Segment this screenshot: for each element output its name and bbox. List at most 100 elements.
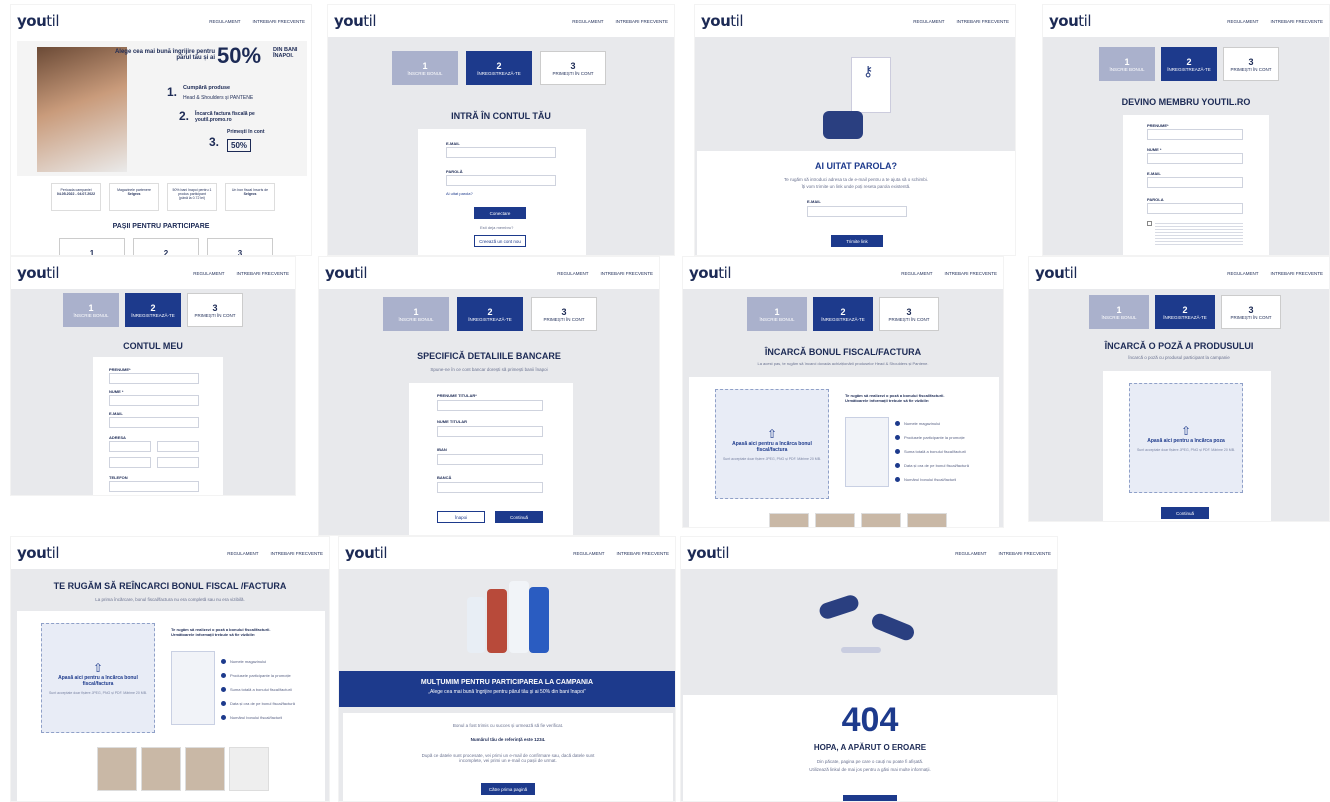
forgot-link[interactable]: Ai uitat parola? xyxy=(446,191,473,196)
firstname-field[interactable] xyxy=(109,373,199,384)
step-3[interactable]: 3 PRIMEȘTI ÎN CONT xyxy=(531,297,597,331)
nav-intrebari[interactable]: INTREBARI FRECVENTE xyxy=(252,19,305,24)
hero-step2: Încarcă factura fiscală pe youtil.promo.… xyxy=(195,111,255,123)
email-field[interactable] xyxy=(109,417,199,428)
panel-forgot: youtil REGULAMENT INTREBARI FRECVENTE ⚷ AI… xyxy=(694,4,1016,256)
nav-regulament[interactable]: REGULAMENT xyxy=(955,551,986,556)
send-link-button[interactable]: Trimite link xyxy=(831,235,883,247)
requirements-text: Te rugăm să realizezi o poză a bonului f… xyxy=(845,393,945,403)
nav-regulament[interactable]: REGULAMENT xyxy=(573,551,604,556)
nav-intrebari[interactable]: INTREBARI FRECVENTE xyxy=(944,271,997,276)
step-2[interactable]: 2 ÎNREGISTREAZĂ-TE xyxy=(1155,295,1215,329)
logo[interactable]: youtil xyxy=(17,544,59,562)
panel-bank: youtil REGULAMENT INTREBARI FRECVENTE 1 ÎNS… xyxy=(318,256,660,536)
step-2[interactable]: 2 ÎNREGISTREAZĂ-TE xyxy=(457,297,523,331)
back-button[interactable]: Înapoi xyxy=(437,511,485,523)
step-1[interactable]: 1 ÎNSCRIE BONUL xyxy=(1089,295,1149,329)
step-2[interactable]: 2 ÎNREGISTREAZĂ-TE xyxy=(813,297,873,331)
receipt-dropzone[interactable]: ⇧ Apasă aici pentru a încărca bonul fisc… xyxy=(715,389,829,499)
nav-regulament[interactable]: REGULAMENT xyxy=(227,551,258,556)
nav-intrebari[interactable]: INTREBARI FRECVENTE xyxy=(998,551,1051,556)
thanks-banner: MULȚUMIM PENTRU PARTICIPAREA LA CAMPANIA… xyxy=(339,671,675,707)
section-title: PAȘII PENTRU PARTICIPARE xyxy=(112,223,210,230)
terms-checkbox[interactable] xyxy=(1147,221,1152,226)
county-field[interactable] xyxy=(157,457,199,468)
email-field[interactable] xyxy=(1147,177,1243,188)
logo[interactable]: youtil xyxy=(687,544,729,562)
step-3[interactable]: 3 PRIMEȘTI ÎN CONT xyxy=(879,297,939,331)
email-field[interactable] xyxy=(807,206,907,217)
logo[interactable]: youtil xyxy=(17,12,59,30)
home-button[interactable]: Către prima pagină xyxy=(481,783,535,795)
nav-regulament[interactable]: REGULAMENT xyxy=(572,19,603,24)
step-1[interactable]: 1 ÎNSCRIE BONUL xyxy=(1099,47,1155,81)
nav-regulament[interactable]: REGULAMENT xyxy=(557,271,588,276)
step-3[interactable]: 3 PRIMEȘTI ÎN CONT xyxy=(1221,295,1281,329)
nav-regulament[interactable]: REGULAMENT xyxy=(913,19,944,24)
nav-intrebari[interactable]: INTREBARI FRECVENTE xyxy=(956,19,1009,24)
nav-intrebari[interactable]: INTREBARI FRECVENTE xyxy=(270,551,323,556)
requirements-text: Te rugăm să realizezi o poză a bonului f… xyxy=(171,627,271,637)
panel-reupload: youtil REGULAMENT INTREBARI FRECVENTE TE R… xyxy=(10,536,330,802)
logo[interactable]: youtil xyxy=(701,12,743,30)
nav-regulament[interactable]: REGULAMENT xyxy=(901,271,932,276)
email-field[interactable] xyxy=(446,147,556,158)
nav-intrebari[interactable]: INTREBARI FRECVENTE xyxy=(600,271,653,276)
forgot-card: AI UITAT PAROLA? Te rugăm să introduci a… xyxy=(697,151,1015,255)
lastname-field[interactable] xyxy=(1147,153,1243,164)
logo[interactable]: youtil xyxy=(1049,12,1091,30)
receipt-dropzone[interactable]: ⇧ Apasă aici pentru a încărca bonul fisc… xyxy=(41,623,155,733)
holder-lastname-field[interactable] xyxy=(437,426,543,437)
step-2[interactable]: 2 ÎNREGISTREAZĂ-TE xyxy=(466,51,532,85)
error-title: HOPA, A APĂRUT O EROARE xyxy=(813,743,927,752)
step-1[interactable]: 1 ÎNSCRIE BONUL xyxy=(392,51,458,85)
number-field[interactable] xyxy=(157,441,199,452)
step-2[interactable]: 2 ÎNREGISTREAZĂ-TE xyxy=(1161,47,1217,81)
nav-intrebari[interactable]: INTREBARI FRECVENTE xyxy=(236,271,289,276)
page-title: ÎNCARCĂ BONUL FISCAL/FACTURA xyxy=(764,347,922,357)
panel-login: youtil REGULAMENT INTREBARI FRECVENTE 1 ÎNS… xyxy=(327,4,675,256)
logo[interactable]: youtil xyxy=(17,264,59,282)
info-box-limit: Un bon fiscal înscris de Selgros xyxy=(225,183,275,211)
product-dropzone[interactable]: ⇧ Apasă aici pentru a încărca poza Sunt … xyxy=(1129,383,1243,493)
panel-register: youtil REGULAMENT INTREBARI FRECVENTE 1 ÎNS… xyxy=(1042,4,1330,256)
street-field[interactable] xyxy=(109,441,151,452)
step-3[interactable]: 3 PRIMEȘTI ÎN CONT xyxy=(540,51,606,85)
nav-intrebari[interactable]: INTREBARI FRECVENTE xyxy=(615,19,668,24)
lastname-field[interactable] xyxy=(109,395,199,406)
nav-regulament[interactable]: REGULAMENT xyxy=(1227,271,1258,276)
continue-button[interactable]: Continuă xyxy=(495,511,543,523)
create-account-button[interactable]: Creează un cont nou xyxy=(474,235,526,247)
nav-regulament[interactable]: REGULAMENT xyxy=(1227,19,1258,24)
step-3[interactable]: 3 PRIMEȘTI ÎN CONT xyxy=(187,293,243,327)
login-button[interactable]: Conectare xyxy=(474,207,526,219)
firstname-field[interactable] xyxy=(1147,129,1243,140)
nav-intrebari[interactable]: INTREBARI FRECVENTE xyxy=(1270,271,1323,276)
login-card: E-MAIL PAROLĂ Ai uitat parola? Conectare… xyxy=(418,129,586,255)
logo[interactable]: youtil xyxy=(334,12,376,30)
step-2[interactable]: 2 ÎNREGISTREAZĂ-TE xyxy=(125,293,181,327)
logo[interactable]: youtil xyxy=(689,264,731,282)
step-1[interactable]: 1 ÎNSCRIE BONUL xyxy=(383,297,449,331)
continue-button[interactable]: Continuă xyxy=(1161,507,1209,519)
error-action-button[interactable] xyxy=(843,795,897,801)
nav-intrebari[interactable]: INTREBARI FRECVENTE xyxy=(616,551,669,556)
password-field[interactable] xyxy=(446,175,556,186)
nav-regulament[interactable]: REGULAMENT xyxy=(209,19,240,24)
nav-intrebari[interactable]: INTREBARI FRECVENTE xyxy=(1270,19,1323,24)
phone-field[interactable] xyxy=(109,481,199,492)
city-field[interactable] xyxy=(109,457,151,468)
iban-field[interactable] xyxy=(437,454,543,465)
logo[interactable]: youtil xyxy=(345,544,387,562)
logo[interactable]: youtil xyxy=(325,264,367,282)
password-field[interactable] xyxy=(1147,203,1243,214)
step-1[interactable]: 1 ÎNSCRIE BONUL xyxy=(747,297,807,331)
panel-thanks: youtil REGULAMENT INTREBARI FRECVENTE MULȚ… xyxy=(338,536,676,802)
error-code: 404 xyxy=(841,701,899,739)
step-3[interactable]: 3 PRIMEȘTI ÎN CONT xyxy=(1223,47,1279,81)
holder-firstname-field[interactable] xyxy=(437,400,543,411)
logo[interactable]: youtil xyxy=(1035,264,1077,282)
nav-regulament[interactable]: REGULAMENT xyxy=(193,271,224,276)
step-1[interactable]: 1 ÎNSCRIE BONUL xyxy=(63,293,119,327)
bank-field[interactable] xyxy=(437,482,543,493)
